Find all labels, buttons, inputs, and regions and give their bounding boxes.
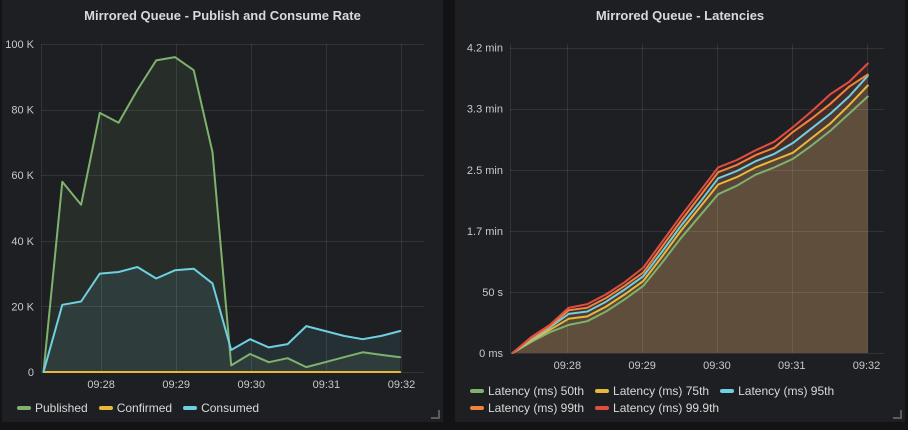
legend-item-latency-ms-99th[interactable]: Latency (ms) 99th [470, 401, 584, 415]
y-tick-label: 80 K [11, 105, 34, 117]
legend-item-latency-ms-50th[interactable]: Latency (ms) 50th [470, 384, 584, 398]
legend: Latency (ms) 50th Latency (ms) 75th Latenc… [470, 384, 893, 418]
y-tick-label: 0 ms [479, 348, 503, 360]
series-color-dash-icon [183, 406, 197, 410]
legend-label: Latency (ms) 99th [488, 401, 584, 415]
panel-title[interactable]: Mirrored Queue - Latencies [455, 0, 905, 23]
legend-item-consumed[interactable]: Consumed [183, 401, 259, 415]
series-color-dash-icon [720, 389, 734, 393]
legend-label: Latency (ms) 50th [488, 384, 584, 398]
y-tick-label: 50 s [482, 287, 503, 299]
legend-item-latency-ms-95th[interactable]: Latency (ms) 95th [720, 384, 834, 398]
legend-item-published[interactable]: Published [17, 401, 88, 415]
y-tick-label: 1.7 min [467, 226, 503, 238]
x-tick-label: 09:28 [87, 379, 115, 391]
latencies-chart[interactable]: 0 ms 50 s 1.7 min 2.5 min 3.3 min 4.2 min 09:2… [455, 0, 905, 422]
y-tick-label: 2.5 min [467, 165, 503, 177]
panel-publish-consume-rate: Mirrored Queue - Publish and Consume Rat… [2, 0, 443, 422]
legend-item-latency-ms-99-9th[interactable]: Latency (ms) 99.9th [595, 401, 719, 415]
series-color-dash-icon [99, 406, 113, 410]
panel-resize-handle-icon[interactable] [893, 410, 902, 419]
legend-item-latency-ms-75th[interactable]: Latency (ms) 75th [595, 384, 709, 398]
series-color-dash-icon [17, 406, 31, 410]
x-tick-label: 09:31 [778, 360, 806, 372]
legend-label: Published [35, 401, 88, 415]
x-tick-label: 09:31 [313, 379, 341, 391]
panel-latencies: Mirrored Queue - Latencies 0 ms 50 s 1.7 m… [455, 0, 905, 422]
series-color-dash-icon [470, 406, 484, 410]
y-tick-label: 100 K [5, 39, 34, 51]
publish-consume-rate-chart[interactable]: 0 20 K 40 K 60 K 80 K 100 K 09:28 09:29 09:30 09:… [2, 0, 443, 422]
legend: Published Confirmed Consumed [17, 401, 431, 418]
y-tick-label: 20 K [11, 301, 34, 313]
legend-label: Latency (ms) 95th [738, 384, 834, 398]
y-tick-label: 3.3 min [467, 104, 503, 116]
y-tick-label: 4.2 min [467, 43, 503, 55]
x-tick-label: 09:29 [628, 360, 656, 372]
x-tick-label: 09:30 [238, 379, 266, 391]
x-tick-label: 09:32 [853, 360, 881, 372]
legend-item-confirmed[interactable]: Confirmed [99, 401, 172, 415]
series-color-dash-icon [595, 389, 609, 393]
legend-label: Latency (ms) 99.9th [613, 401, 719, 415]
panel-title[interactable]: Mirrored Queue - Publish and Consume Rat… [2, 0, 443, 23]
legend-label: Confirmed [117, 401, 172, 415]
legend-label: Latency (ms) 75th [613, 384, 709, 398]
x-tick-label: 09:32 [388, 379, 416, 391]
y-tick-label: 0 [28, 367, 34, 379]
series-color-dash-icon [595, 406, 609, 410]
x-tick-label: 09:29 [162, 379, 190, 391]
legend-label: Consumed [201, 401, 259, 415]
x-tick-label: 09:28 [554, 360, 582, 372]
y-tick-label: 40 K [11, 236, 34, 248]
panel-resize-handle-icon[interactable] [431, 410, 440, 419]
grafana-dashboard: { "page": { "background": "#131315", "pa… [0, 0, 908, 430]
series-color-dash-icon [470, 389, 484, 393]
y-tick-label: 60 K [11, 170, 34, 182]
x-tick-label: 09:30 [703, 360, 731, 372]
